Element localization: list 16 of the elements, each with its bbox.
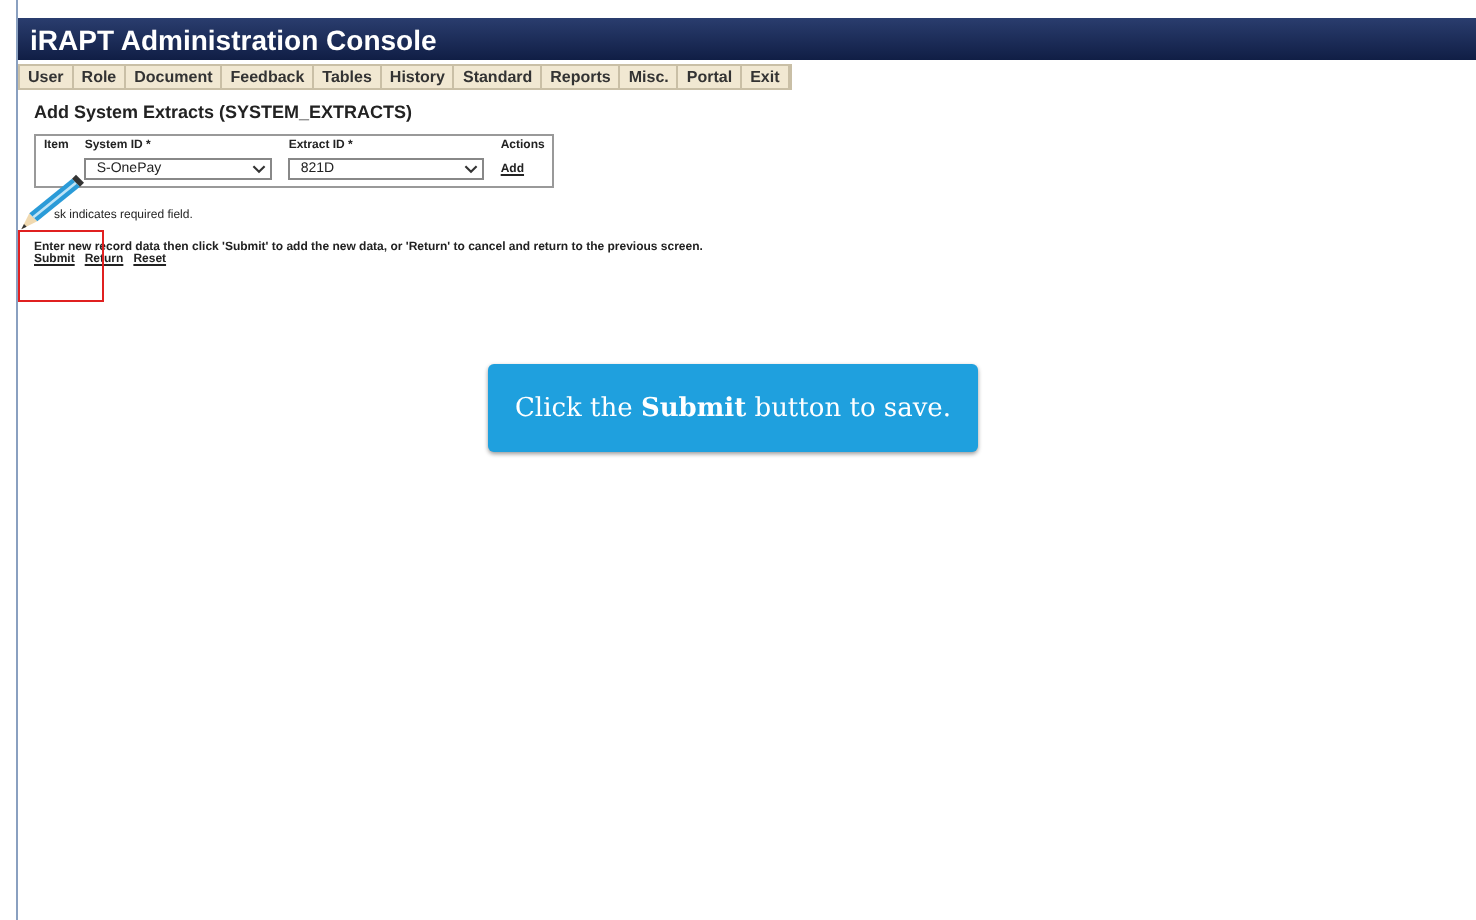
menu-item[interactable]: Standard [454,66,543,88]
menu-item[interactable]: Role [73,66,127,88]
callout-tooltip: Click the Submit button to save. [488,364,978,452]
menu-item[interactable]: Misc. [620,66,679,88]
chevron-icon [252,164,267,174]
window-title: iRAPT Administration Console [30,23,437,55]
menu-item[interactable]: Feedback [222,66,315,88]
menu-item[interactable]: History [381,66,455,88]
chevron-icon [464,164,479,174]
menu-item[interactable]: Reports [542,66,621,88]
menu-item[interactable]: Exit [742,66,790,88]
menu-item[interactable]: Portal [678,66,743,88]
menu-item[interactable]: Tables [314,66,382,88]
menu-item[interactable]: User [20,66,74,88]
menu-item[interactable]: Document [126,66,223,88]
page-title: Add System Extracts (SYSTEM_EXTRACTS) [34,102,415,122]
